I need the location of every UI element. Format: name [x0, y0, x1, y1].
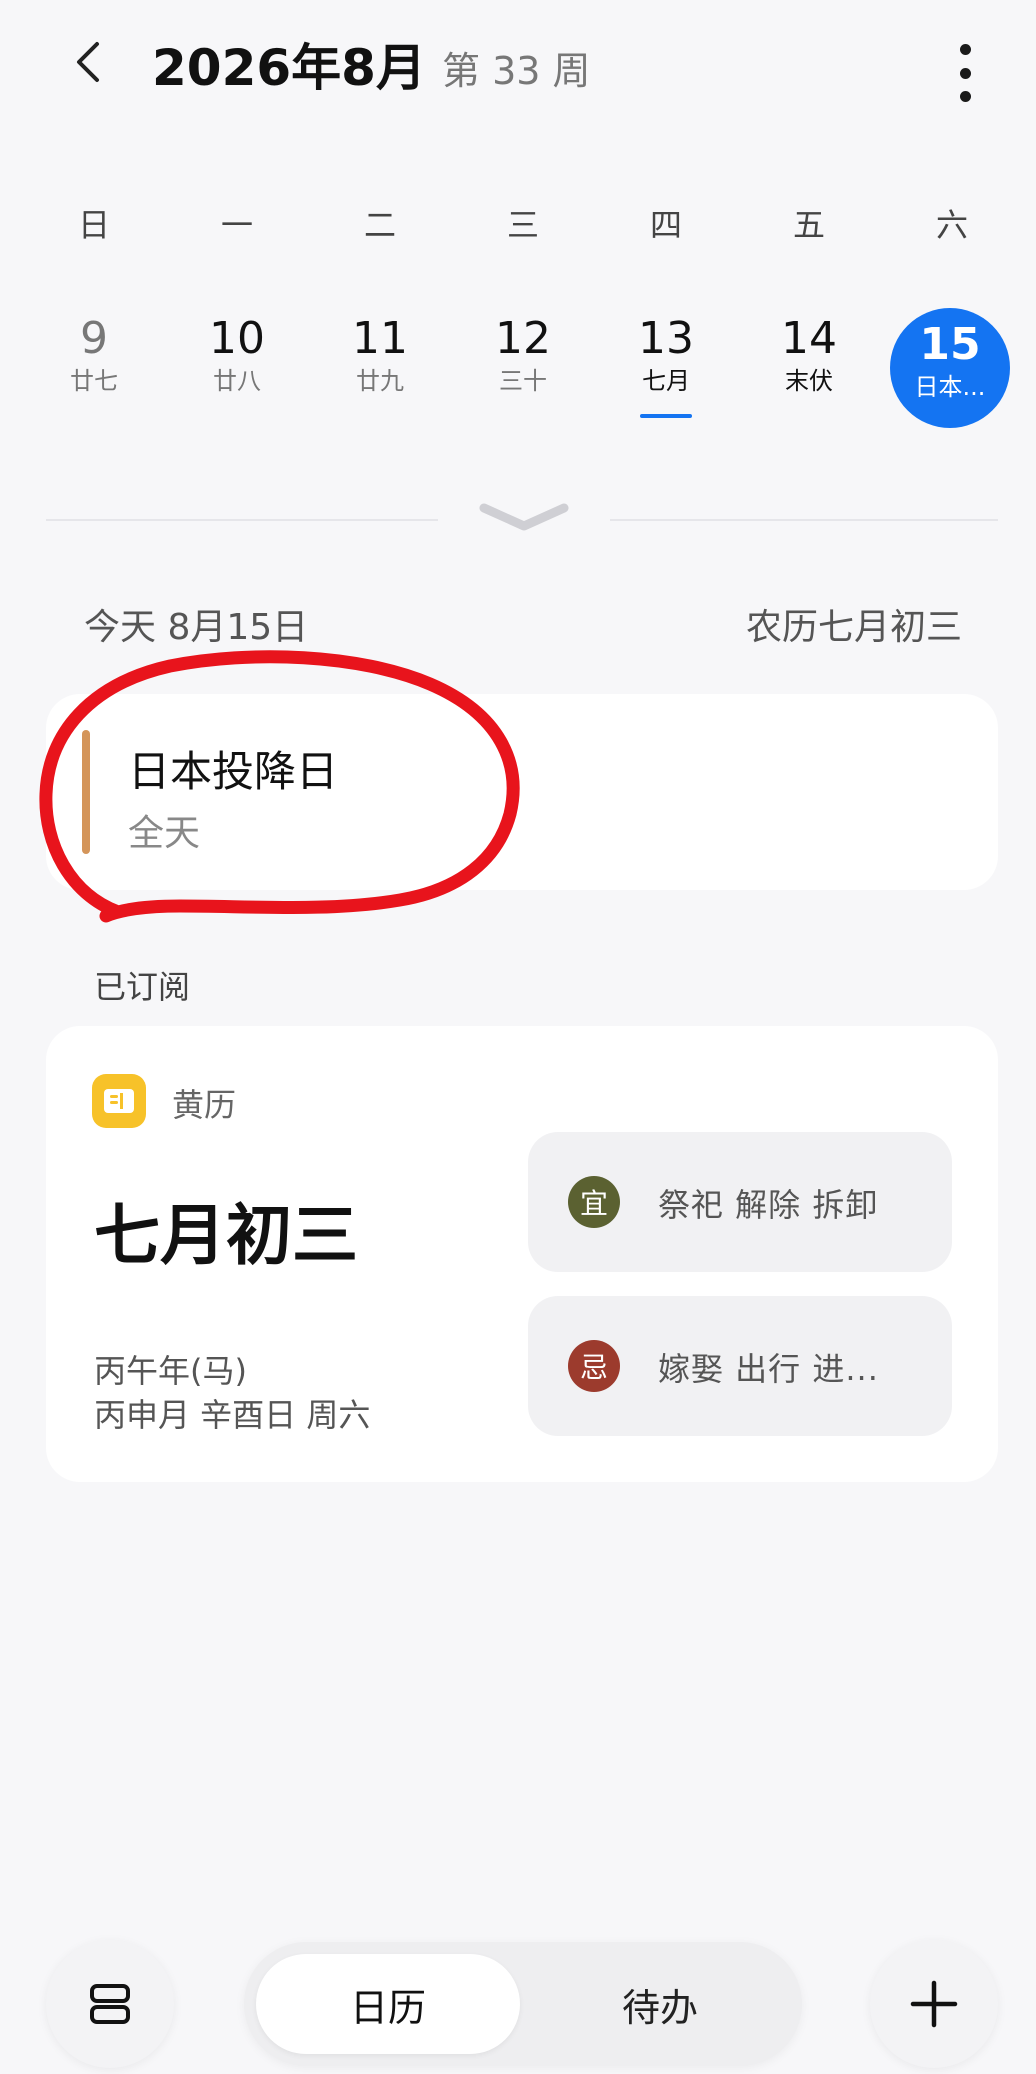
day-number: 10 [209, 313, 265, 364]
divider [46, 519, 438, 521]
more-dot-icon [959, 67, 971, 79]
day-lunar: 七月 [642, 367, 690, 395]
day-number: 15 [919, 319, 981, 370]
tab-todo[interactable]: 待办 [530, 1954, 790, 2054]
almanac-suitable-pill[interactable]: 宜 祭祀 解除 拆卸 [528, 1132, 952, 1272]
day-lunar: 末伏 [785, 367, 833, 395]
day-cell-selected[interactable]: 15 日本... [890, 308, 1010, 428]
day-number: 13 [638, 313, 694, 364]
day-number: 12 [495, 313, 551, 364]
suitable-activities: 祭祀 解除 拆卸 [658, 1186, 879, 1224]
day-cell[interactable]: 11 廿九 [320, 308, 440, 428]
layout-toggle-button[interactable] [46, 1940, 174, 2068]
day-cell[interactable]: 12 三十 [463, 308, 583, 428]
more-dot-icon [959, 44, 971, 55]
add-event-button[interactable] [870, 1940, 998, 2068]
divider [610, 519, 998, 521]
weekday-sun: 日 [77, 206, 110, 244]
more-dot-icon [959, 91, 971, 102]
day-lunar: 廿八 [213, 367, 261, 395]
lunar-date-label: 农历七月初三 [745, 607, 962, 648]
day-lunar: 廿九 [356, 367, 404, 395]
day-number: 11 [352, 313, 408, 364]
today-date-label: 今天 8月15日 [84, 607, 309, 648]
day-cell[interactable]: 9 廿七 [34, 308, 154, 428]
event-color-bar [82, 730, 90, 854]
book-icon [104, 1089, 134, 1113]
back-button[interactable] [58, 30, 118, 94]
chevron-left-icon [77, 42, 99, 82]
week-number-label: 第 33 周 [442, 49, 591, 93]
today-indicator [640, 414, 692, 418]
day-lunar: 三十 [499, 367, 547, 395]
almanac-card[interactable]: 黄历 七月初三 丙午年(马) 丙申月 辛酉日 周六 宜 祭祀 解除 拆卸 忌 嫁… [46, 1026, 998, 1482]
avoid-badge: 忌 [568, 1340, 620, 1392]
weekday-sat: 六 [935, 206, 968, 244]
event-time: 全天 [128, 813, 201, 854]
weekday-wed: 三 [506, 206, 539, 244]
subscribed-section-label: 已订阅 [94, 968, 191, 1006]
day-number: 14 [781, 313, 837, 364]
weekday-fri: 五 [792, 206, 825, 244]
suitable-badge: 宜 [568, 1176, 620, 1228]
month-title[interactable]: 2026年8月 [152, 28, 426, 100]
weekday-mon: 一 [220, 206, 253, 244]
tab-calendar[interactable]: 日历 [256, 1954, 520, 2054]
day-lunar: 廿七 [70, 367, 118, 395]
avoid-activities: 嫁娶 出行 进... [658, 1350, 879, 1388]
view-switcher: 日历 待办 [244, 1942, 802, 2066]
plus-icon [910, 1980, 958, 2028]
almanac-avoid-pill[interactable]: 忌 嫁娶 出行 进... [528, 1296, 952, 1436]
day-number: 9 [80, 313, 108, 364]
event-card[interactable]: 日本投降日 全天 [46, 694, 998, 890]
almanac-lunar-date: 七月初三 [94, 1197, 358, 1274]
almanac-ganzhi: 丙申月 辛酉日 周六 [94, 1396, 371, 1434]
weekday-tue: 二 [363, 206, 396, 244]
day-lunar: 日本... [914, 373, 986, 401]
day-cell[interactable]: 10 廿八 [177, 308, 297, 428]
day-cell-today[interactable]: 13 七月 [606, 308, 726, 428]
more-options-button[interactable] [942, 38, 988, 108]
calendar-screen: 2026年8月 第 33 周 日 一 二 三 四 五 六 9 廿七 10 廿八 … [0, 0, 1036, 2074]
almanac-book-icon [92, 1074, 146, 1128]
event-title: 日本投降日 [128, 747, 339, 796]
almanac-year: 丙午年(马) [94, 1352, 247, 1390]
weekday-thu: 四 [649, 206, 682, 244]
day-cell[interactable]: 14 末伏 [749, 308, 869, 428]
almanac-source-name: 黄历 [172, 1086, 237, 1124]
chevron-down-icon[interactable] [478, 498, 570, 538]
layout-toggle-icon [90, 1984, 130, 2024]
